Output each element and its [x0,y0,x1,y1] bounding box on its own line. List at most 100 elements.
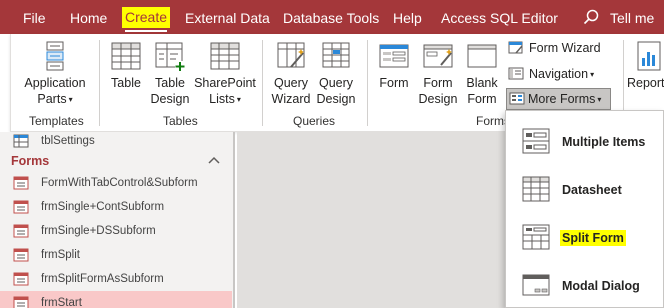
report-button[interactable]: Report [627,40,664,91]
more-forms-button[interactable]: More Forms ▾ [506,88,611,110]
navigation-icon [508,67,524,80]
query-wizard-label-2: Wizard [271,92,311,106]
menu-item-multiple-items[interactable]: Multiple Items [506,120,664,164]
nav-item-label: frmSingle+DSSubform [41,225,156,237]
table-icon [13,134,29,148]
navigation-button[interactable]: Navigation ▾ [508,63,608,85]
form-design-button[interactable]: Form Design [417,40,459,107]
nav-item-label: frmSplitFormAsSubform [41,273,164,285]
menu-item-label: Modal Dialog [562,279,640,293]
chevron-down-icon: ▾ [236,95,241,104]
table-design-icon [155,42,185,71]
tab-access-sql-editor[interactable]: Access SQL Editor [441,9,558,27]
search-icon[interactable] [583,9,599,25]
group-label-tables: Tables [163,114,198,128]
menu-item-label: Multiple Items [562,135,646,149]
blank-form-button[interactable]: Blank Form [463,40,501,107]
form-icon [13,200,29,214]
table-design-button[interactable]: Table Design [149,40,191,107]
form-wizard-label: Form Wizard [529,41,601,55]
datasheet-icon [522,176,550,202]
application-parts-icon [46,41,64,71]
chevron-down-icon: ▾ [597,95,602,104]
tab-file[interactable]: File [23,9,46,27]
menu-item-modal-dialog[interactable]: Modal Dialog [506,264,664,308]
nav-item-label: frmStart [41,297,82,308]
sharepoint-lists-label-1: SharePoint [194,76,256,90]
ribbon-separator [262,40,263,126]
chevron-down-icon: ▾ [590,70,595,79]
form-wizard-icon [508,41,523,54]
menu-item-label: Split Form [560,230,626,246]
nav-item-form[interactable]: frmSingle+ContSubform [0,195,232,219]
nav-item-label: frmSplit [41,249,80,261]
nav-group-label: Forms [11,154,50,168]
report-label: Report [627,76,664,90]
table-design-label-2: Design [150,92,190,106]
more-forms-label: More Forms [528,92,596,106]
form-design-label-1: Form [423,76,453,90]
nav-item-label: frmSingle+ContSubform [41,201,165,213]
form-icon [379,44,409,68]
application-parts-label-2: Parts [37,92,67,106]
nav-item-form[interactable]: frmSplitFormAsSubform [0,267,232,291]
tell-me-search[interactable]: Tell me [610,9,654,27]
tab-external-data[interactable]: External Data [185,9,270,27]
form-icon [13,272,29,286]
form-button[interactable]: Form [375,40,413,91]
ribbon-separator [367,40,368,126]
sharepoint-lists-label-2: Lists [209,92,235,106]
nav-item-form[interactable]: frmSplit [0,243,232,267]
nav-item-label: FormWithTabControl&Subform [41,177,198,189]
navigation-label: Navigation [529,67,589,81]
multiple-items-icon [522,128,550,154]
tab-create-label: Create [125,9,168,25]
sharepoint-lists-button[interactable]: SharePoint Lists ▾ [194,40,256,108]
query-wizard-button[interactable]: Query Wizard [270,40,312,107]
menu-item-label: Datasheet [562,183,622,197]
form-icon [13,248,29,262]
blank-form-icon [467,44,497,68]
table-label: Table [111,76,141,90]
tab-help[interactable]: Help [393,9,422,27]
menu-bar: File Home Create External Data Database … [0,0,664,34]
menu-item-datasheet[interactable]: Datasheet [506,168,664,212]
blank-form-label-1: Blank [466,76,498,90]
nav-item-form[interactable]: FormWithTabControl&Subform [0,171,232,195]
tab-database-tools[interactable]: Database Tools [283,9,379,27]
nav-group-forms[interactable]: Forms [0,150,232,172]
query-design-icon [322,42,350,68]
report-icon [637,41,661,71]
application-parts-label-1: Application [24,76,86,90]
nav-item-form[interactable]: frmSingle+DSSubform [0,219,232,243]
query-design-button[interactable]: Query Design [315,40,357,107]
split-form-icon [522,224,550,250]
application-parts-button[interactable]: Application Parts ▾ [16,40,94,108]
more-forms-icon [509,92,525,105]
chevron-down-icon: ▾ [68,95,73,104]
menu-item-split-form[interactable]: Split Form [506,216,664,260]
form-wizard-button[interactable]: Form Wizard [508,37,608,59]
query-design-label-1: Query [318,76,354,90]
query-wizard-icon [277,42,305,68]
navigation-pane: tblSettings Forms FormWithTabControl&Sub… [0,132,235,308]
nav-item-form-selected[interactable]: frmStart [0,291,232,308]
ribbon-separator [99,40,100,126]
chevron-up-icon [208,156,220,164]
group-label-queries: Queries [293,114,336,128]
tab-home[interactable]: Home [70,9,107,27]
blank-form-label-2: Form [467,92,497,106]
group-label-templates: Templates [29,114,84,128]
table-icon [111,42,141,70]
tab-create[interactable]: Create [122,7,171,32]
query-design-label-2: Design [316,92,356,106]
sharepoint-lists-icon [210,42,240,70]
form-design-label-2: Design [418,92,458,106]
modal-dialog-icon [522,274,550,296]
table-button[interactable]: Table [106,40,146,91]
query-wizard-label-1: Query [273,76,309,90]
table-design-label-1: Table [155,76,185,90]
form-icon [13,224,29,238]
form-icon [13,296,29,308]
more-forms-menu: Multiple Items Datasheet Split Form Moda… [505,110,664,308]
